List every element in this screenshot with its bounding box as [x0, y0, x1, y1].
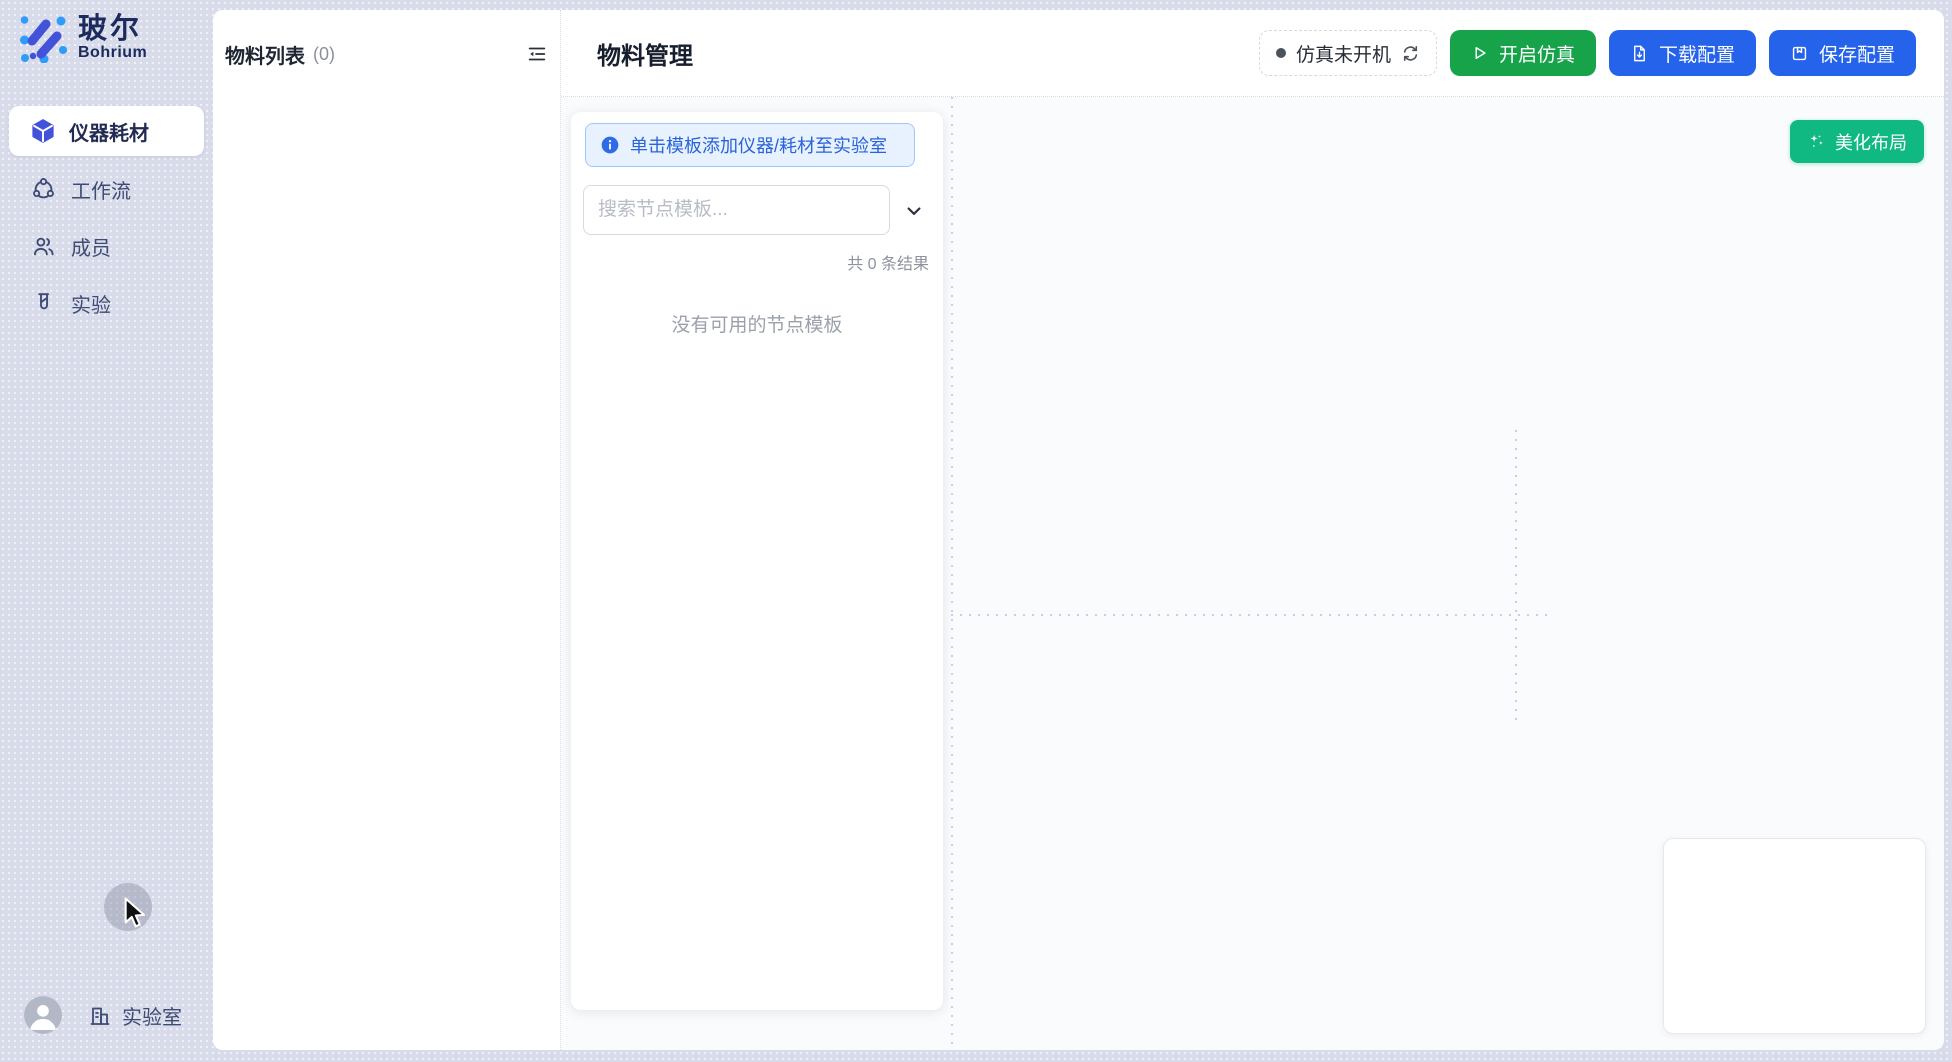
template-panel: 单击模板添加仪器/耗材至实验室 共 0 条结果 没有可用的节点模板	[571, 112, 943, 1010]
beautify-layout-button[interactable]: 美化布局	[1790, 120, 1924, 163]
canvas-grid-line	[951, 614, 1553, 616]
brand-logo: 玻尔 Bohrium	[18, 13, 147, 63]
play-icon	[1471, 44, 1489, 62]
save-config-button[interactable]: 保存配置	[1769, 30, 1916, 76]
info-icon	[600, 135, 620, 155]
canvas-grid-line	[1515, 430, 1517, 725]
sidebar-item-lab[interactable]: 实验室	[88, 1001, 182, 1030]
bohrium-logo-icon	[18, 13, 68, 63]
mouse-cursor	[121, 897, 151, 931]
brand-name-en: Bohrium	[78, 44, 147, 62]
page-header: 物料管理 仿真未开机 开启仿真	[561, 10, 1944, 97]
workflow-icon	[31, 177, 56, 202]
sidebar-item-label: 工作流	[71, 175, 131, 204]
brand-name-zh: 玻尔	[78, 14, 147, 44]
chevron-down-icon[interactable]	[901, 198, 927, 224]
lab-label: 实验室	[122, 1001, 182, 1030]
minimap[interactable]	[1663, 838, 1926, 1034]
members-icon	[31, 234, 56, 259]
result-count: 共 0 条结果	[847, 250, 929, 274]
sidebar-item-label: 成员	[71, 232, 111, 261]
save-icon	[1790, 44, 1809, 63]
main-area: 物料管理 仿真未开机 开启仿真	[561, 10, 1944, 1050]
sparkles-icon	[1807, 132, 1826, 151]
sidebar-item-label: 实验	[71, 289, 111, 318]
template-hint-text: 单击模板添加仪器/耗材至实验室	[630, 132, 887, 158]
materials-list-count: (0)	[313, 44, 335, 65]
empty-state-text: 没有可用的节点模板	[571, 310, 943, 337]
search-input[interactable]	[583, 185, 890, 235]
sidebar-item-instruments[interactable]: 仪器耗材	[9, 106, 204, 156]
simulation-status-pill[interactable]: 仿真未开机	[1259, 30, 1437, 76]
materials-list-panel: 物料列表 (0)	[213, 10, 560, 1050]
sidebar-item-experiments[interactable]: 实验	[9, 278, 204, 328]
sidebar-item-workflow[interactable]: 工作流	[9, 164, 204, 214]
collapse-panel-icon[interactable]	[524, 41, 550, 67]
test-tube-icon	[31, 291, 56, 316]
main-card: 物料列表 (0) 物料管理 仿真未开机	[213, 10, 1944, 1050]
file-download-icon	[1630, 44, 1649, 63]
canvas-grid-line	[951, 97, 953, 1050]
sidebar-item-label: 仪器耗材	[69, 117, 149, 146]
download-config-button[interactable]: 下载配置	[1609, 30, 1756, 76]
template-hint-alert: 单击模板添加仪器/耗材至实验室	[585, 123, 915, 167]
materials-list-title: 物料列表	[225, 40, 305, 69]
building-icon	[88, 1004, 112, 1028]
sidebar-item-members[interactable]: 成员	[9, 221, 204, 271]
status-dot-icon	[1276, 48, 1286, 58]
page-title: 物料管理	[597, 36, 693, 71]
flow-canvas[interactable]: 单击模板添加仪器/耗材至实验室 共 0 条结果 没有可用的节点模板	[561, 97, 1944, 1050]
start-simulation-button[interactable]: 开启仿真	[1450, 30, 1596, 76]
avatar[interactable]	[24, 996, 62, 1034]
status-label: 仿真未开机	[1296, 40, 1391, 67]
refresh-icon[interactable]	[1401, 44, 1420, 63]
sidebar-footer: 实验室	[0, 992, 213, 1062]
cube-icon	[30, 118, 56, 144]
